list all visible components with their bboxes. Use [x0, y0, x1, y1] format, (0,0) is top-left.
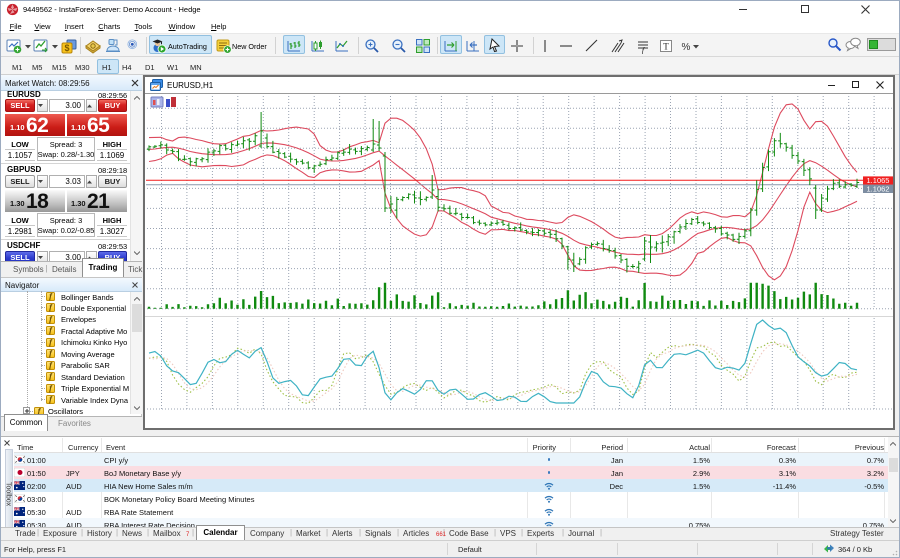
svg-text:T: T — [663, 42, 669, 52]
svg-text:1.1062: 1.1062 — [867, 185, 890, 194]
svg-text:$: $ — [64, 43, 69, 53]
svg-text:%: % — [682, 42, 691, 53]
